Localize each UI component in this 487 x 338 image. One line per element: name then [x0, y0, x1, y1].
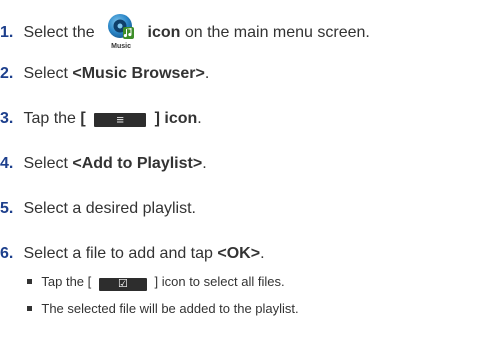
step-3: 3. Tap the [ ≡ ] icon. — [0, 109, 202, 129]
step-number: 3. — [0, 110, 14, 127]
step-text-after: . — [204, 65, 210, 82]
step-1: 1. Select the Music icon on the main men… — [0, 13, 370, 51]
bullet-square-icon — [27, 306, 32, 311]
step-text: Select a desired playlist. — [23, 200, 196, 217]
step-text: Select — [23, 65, 68, 82]
step-bold-text: ] icon — [154, 110, 198, 127]
note-2: The selected file will be added to the p… — [27, 300, 299, 318]
step-text-after: . — [260, 245, 265, 262]
step-number: 2. — [0, 65, 14, 82]
note-text: The selected file will be added to the p… — [41, 301, 299, 316]
step-bold-text: icon — [147, 24, 181, 41]
music-app-icon: Music — [103, 13, 139, 51]
step-text: Select the — [23, 24, 95, 41]
step-text: Tap the — [23, 110, 76, 127]
step-2: 2. Select <Music Browser>. — [0, 64, 209, 84]
step-text: Select — [23, 155, 68, 172]
step-bold-text: <Add to Playlist> — [72, 155, 203, 172]
step-bracket: [ — [80, 110, 86, 127]
step-number: 1. — [0, 24, 14, 41]
step-bold-text: <OK> — [217, 245, 261, 262]
step-6: 6. Select a file to add and tap <OK>. — [0, 244, 265, 264]
note-text-after: ] icon to select all files. — [154, 274, 285, 289]
step-text-after: on the main menu screen. — [184, 24, 370, 41]
music-icon-label: Music — [111, 43, 131, 50]
step-number: 5. — [0, 200, 14, 217]
step-bold-text: <Music Browser> — [72, 65, 205, 82]
step-text-after: . — [197, 110, 202, 127]
note-1: Tap the [ ☑ ] icon to select all files. — [27, 273, 285, 291]
step-5: 5. Select a desired playlist. — [0, 199, 196, 219]
step-number: 4. — [0, 155, 14, 172]
step-4: 4. Select <Add to Playlist>. — [0, 154, 207, 174]
step-text-after: . — [202, 155, 207, 172]
bullet-square-icon — [27, 279, 32, 284]
select-all-checkbox-icon: ☑ — [98, 278, 147, 291]
step-text: Select a file to add and tap — [23, 245, 213, 262]
menu-icon: ≡ — [94, 113, 147, 127]
step-number: 6. — [0, 245, 14, 262]
note-text: Tap the [ — [41, 274, 92, 289]
